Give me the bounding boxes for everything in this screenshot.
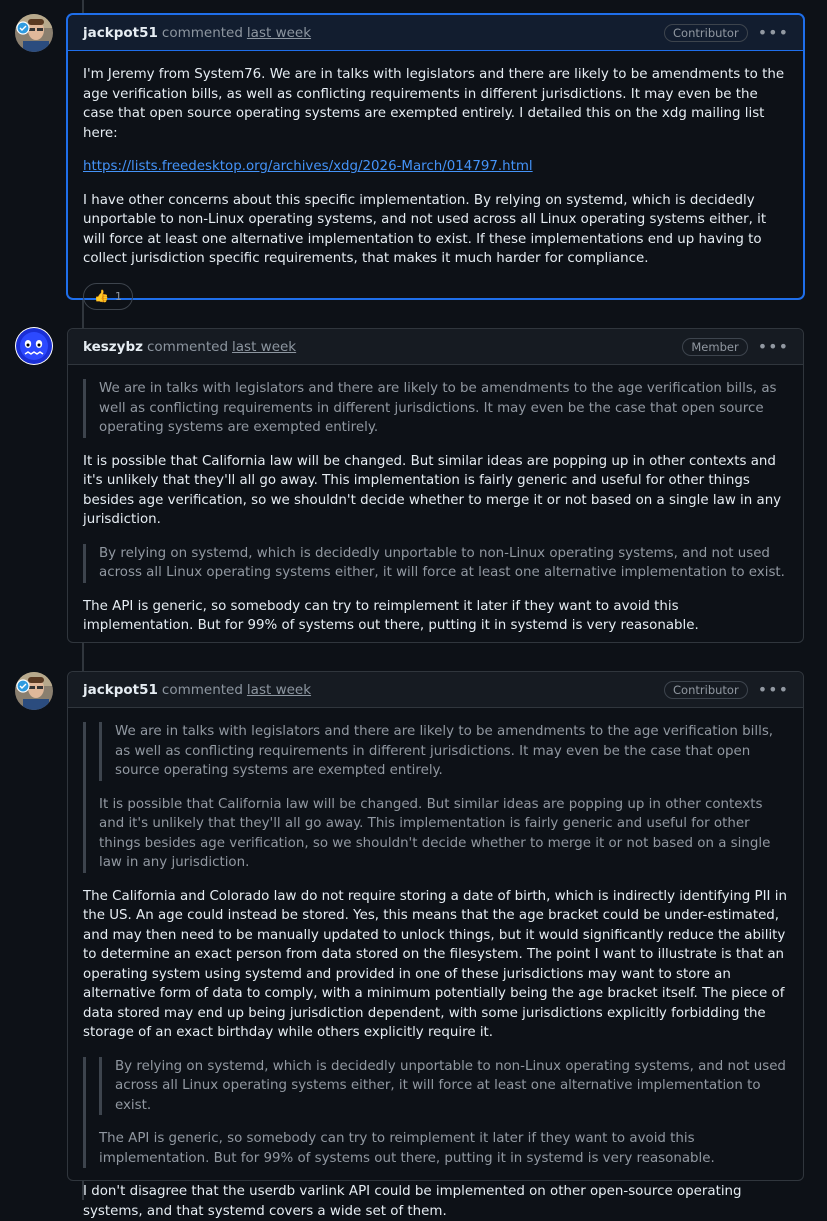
comment-verb: commented (161, 681, 243, 698)
role-badge: Contributor (664, 23, 748, 42)
quoted-paragraph: The API is generic, so somebody can try … (99, 1131, 715, 1166)
reaction-count: 1 (114, 289, 122, 303)
avatar-keszybz[interactable] (15, 327, 53, 365)
comment-header: jackpot51 commented last week Contributo… (68, 672, 803, 708)
comment-paragraph: It is possible that California law will … (83, 453, 782, 528)
avatar-jackpot51[interactable] (15, 14, 53, 52)
comment-paragraph: I don't disagree that the userdb varlink… (83, 1184, 742, 1219)
role-badge: Contributor (664, 680, 748, 699)
comment-paragraph: The California and Colorado law do not r… (83, 888, 787, 1041)
blockquote: We are in talks with legislators and the… (83, 379, 788, 438)
nested-blockquote: We are in talks with legislators and the… (99, 722, 788, 781)
blockquote: By relying on systemd, which is decidedl… (83, 543, 788, 583)
avatar-jackpot51[interactable] (15, 672, 53, 710)
comment-timestamp[interactable]: last week (232, 339, 296, 355)
comment-timestamp[interactable]: last week (247, 25, 311, 41)
comment-header: keszybz commented last week Member ••• (68, 329, 803, 365)
comment-body: I'm Jeremy from System76. We are in talk… (68, 51, 803, 324)
more-options-icon[interactable]: ••• (758, 680, 789, 699)
comment-paragraph: I'm Jeremy from System76. We are in talk… (83, 67, 785, 141)
comment-verb: commented (161, 24, 243, 41)
comment-body: We are in talks with legislators and the… (68, 708, 803, 1221)
comment-paragraph: The API is generic, so somebody can try … (83, 598, 699, 634)
blockquote: We are in talks with legislators and the… (83, 722, 788, 873)
comment-author[interactable]: jackpot51 (83, 25, 158, 41)
comment-card: jackpot51 commented last week Contributo… (67, 671, 804, 1219)
more-options-icon[interactable]: ••• (758, 23, 789, 42)
comment-timestamp[interactable]: last week (247, 682, 311, 698)
comment-author[interactable]: jackpot51 (83, 682, 158, 698)
nested-blockquote: By relying on systemd, which is decidedl… (99, 1056, 788, 1115)
quoted-paragraph: It is possible that California law will … (99, 796, 771, 871)
comment-body: We are in talks with legislators and the… (68, 365, 803, 636)
more-options-icon[interactable]: ••• (758, 337, 789, 356)
reaction-thumbs-up[interactable]: 👍 1 (83, 282, 133, 310)
mailing-list-link[interactable]: https://lists.freedesktop.org/archives/x… (83, 159, 533, 174)
comment-author[interactable]: keszybz (83, 339, 143, 355)
comment-card: keszybz commented last week Member ••• W… (67, 328, 804, 643)
comment-paragraph: I have other concerns about this specifi… (83, 192, 767, 267)
blockquote: By relying on systemd, which is decidedl… (83, 1056, 788, 1168)
thumbs-up-icon: 👍 (94, 288, 109, 303)
comment-verb: commented (147, 338, 229, 355)
comment-header: jackpot51 commented last week Contributo… (68, 15, 803, 51)
role-badge: Member (682, 337, 748, 356)
comment-card: jackpot51 commented last week Contributo… (67, 14, 804, 310)
